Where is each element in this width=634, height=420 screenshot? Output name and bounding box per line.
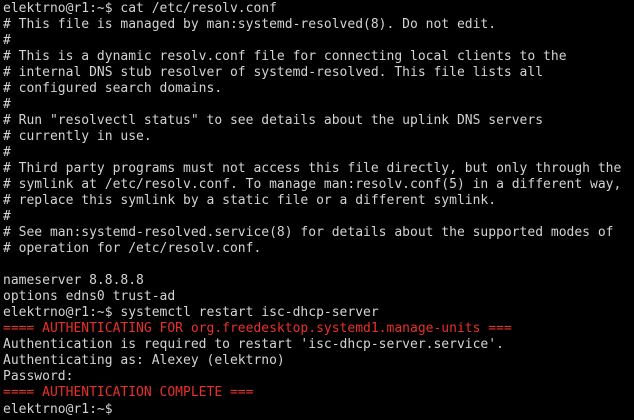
terminal-line-06: # configured search domains. [3,81,223,96]
terminal-line-20: elektrno@r1:~$ systemctl restart isc-dhc… [3,305,379,320]
shell-prompt: elektrno@r1:~$ [3,402,121,417]
terminal-line-04: # This is a dynamic resolv.conf file for… [3,49,567,64]
auth-banner-complete: ==== AUTHENTICATION COMPLETE === [3,385,254,400]
terminal-line-19: options edns0 trust-ad [3,289,176,304]
terminal-line-18: nameserver 8.8.8.8 [3,273,144,288]
terminal-line-10: # [3,145,11,160]
terminal-line-16: # operation for /etc/resolv.conf. [3,241,262,256]
terminal-line-22: Authentication is required to restart 'i… [3,337,504,352]
terminal-line-13: # replace this symlink by a static file … [3,193,497,208]
terminal-line-17 [3,257,634,273]
terminal-line-11: # Third party programs must not access t… [3,161,622,176]
terminal-line-01: elektrno@r1:~$ cat /etc/resolv.conf [3,1,277,16]
password-prompt: Password: [3,369,74,384]
terminal-line-05: # internal DNS stub resolver of systemd-… [3,65,544,80]
terminal-cursor [120,401,128,415]
terminal-window[interactable]: elektrno@r1:~$ cat /etc/resolv.conf # Th… [0,0,634,420]
terminal-line-23: Authenticating as: Alexey (elektrno) [3,353,285,368]
terminal-line-09: # currently in use. [3,129,152,144]
shell-prompt-line[interactable]: elektrno@r1:~$ [3,401,634,417]
terminal-line-07: # [3,97,11,112]
auth-banner-start: ==== AUTHENTICATING FOR org.freedesktop.… [3,321,512,336]
terminal-line-15: # See man:systemd-resolved.service(8) fo… [3,225,614,240]
terminal-line-12: # symlink at /etc/resolv.conf. To manage… [3,177,622,192]
terminal-line-08: # Run "resolvectl status" to see details… [3,113,544,128]
terminal-line-03: # [3,33,11,48]
terminal-line-02: # This file is managed by man:systemd-re… [3,17,497,32]
terminal-line-14: # [3,209,11,224]
